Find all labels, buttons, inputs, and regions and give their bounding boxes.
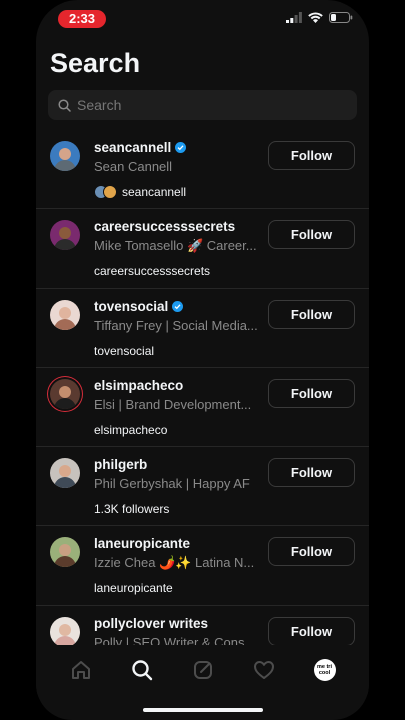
follow-button[interactable]: Follow <box>268 458 355 488</box>
search-icon <box>58 98 71 112</box>
follow-button[interactable]: Follow <box>268 141 355 170</box>
verified-badge-icon <box>172 300 184 312</box>
wifi-icon <box>308 12 323 23</box>
compose-icon <box>193 661 212 679</box>
list-item[interactable]: careersuccesssecrets Mike Tomasello 🚀 Ca… <box>36 209 369 289</box>
tab-compose[interactable] <box>183 650 223 690</box>
meta-text: tovensocial <box>94 343 155 358</box>
avatar[interactable] <box>50 141 80 171</box>
status-icons <box>286 12 353 23</box>
search-bar[interactable] <box>48 90 357 120</box>
full-name: Phil Gerbyshak | Happy AF <box>94 476 250 492</box>
status-bar: 2:33 <box>36 0 369 40</box>
list-item[interactable]: laneuropicante Izzie Chea 🌶️✨ Latina N..… <box>36 526 369 606</box>
avatar[interactable] <box>50 299 80 330</box>
bottom-tab-bar: me tri cool <box>36 645 369 695</box>
phone-screen: 2:33 Search Search seancannell Sean Cann… <box>36 0 369 720</box>
avatar[interactable] <box>50 537 80 568</box>
follow-button[interactable]: Follow <box>268 299 355 329</box>
full-name: Izzie Chea 🌶️✨ Latina N... <box>94 555 255 571</box>
follower-count: 1.3K followers <box>94 502 170 517</box>
username[interactable]: careersuccesssecrets <box>94 219 235 234</box>
username[interactable]: elsimpacheco <box>94 378 183 393</box>
full-name: Mike Tomasello 🚀 Career... <box>94 238 257 254</box>
follow-button[interactable]: Follow <box>268 220 355 250</box>
username[interactable]: philgerb <box>94 457 147 472</box>
tab-home[interactable] <box>61 650 101 690</box>
username[interactable]: laneuropicante <box>94 536 190 551</box>
avatar[interactable] <box>50 616 80 647</box>
tab-activity[interactable] <box>244 650 284 690</box>
home-icon <box>71 661 90 679</box>
list-item[interactable]: tovensocial Tiffany Frey | Social Media.… <box>36 289 369 368</box>
follow-button[interactable]: Follow <box>268 378 355 408</box>
heart-icon <box>253 661 274 679</box>
tab-search[interactable] <box>122 650 162 690</box>
username[interactable]: pollyclover writes <box>94 616 208 631</box>
avatar[interactable] <box>50 458 80 489</box>
full-name: Tiffany Frey | Social Media... <box>94 317 258 333</box>
search-input[interactable] <box>77 97 337 113</box>
follow-button[interactable]: Follow <box>268 616 355 646</box>
search-icon <box>131 660 152 681</box>
meta-text: seancannell <box>122 185 187 199</box>
list-item[interactable]: philgerb Phil Gerbyshak | Happy AF 1.3K … <box>36 447 369 527</box>
verified-badge-icon <box>175 142 187 153</box>
full-name: Sean Cannell <box>94 159 173 174</box>
meta-text: elsimpacheco <box>94 422 168 437</box>
meta-text: laneuropicante <box>94 581 173 596</box>
signal-icon <box>286 12 302 23</box>
profile-avatar: me tri cool <box>313 659 336 681</box>
battery-icon <box>329 12 353 23</box>
page-title: Search <box>50 48 141 78</box>
avatar[interactable] <box>50 378 80 409</box>
tab-profile[interactable]: me tri cool <box>305 650 345 690</box>
full-name: Elsi | Brand Development... <box>94 396 252 412</box>
search-results-list: seancannell Sean Cannell seancannell Fol… <box>36 130 369 685</box>
avatar[interactable] <box>50 220 80 251</box>
meta-text: careersuccesssecrets <box>94 264 211 279</box>
list-item[interactable]: elsimpacheco Elsi | Brand Development...… <box>36 368 369 448</box>
username[interactable]: seancannell <box>94 140 187 155</box>
follow-button[interactable]: Follow <box>268 537 355 567</box>
home-indicator[interactable] <box>143 708 263 712</box>
mutual-followers: seancannell <box>94 185 186 199</box>
status-time: 2:33 <box>58 10 106 28</box>
mutual-avatars <box>94 185 117 199</box>
list-item[interactable]: seancannell Sean Cannell seancannell Fol… <box>36 130 369 210</box>
username[interactable]: tovensocial <box>94 299 184 314</box>
